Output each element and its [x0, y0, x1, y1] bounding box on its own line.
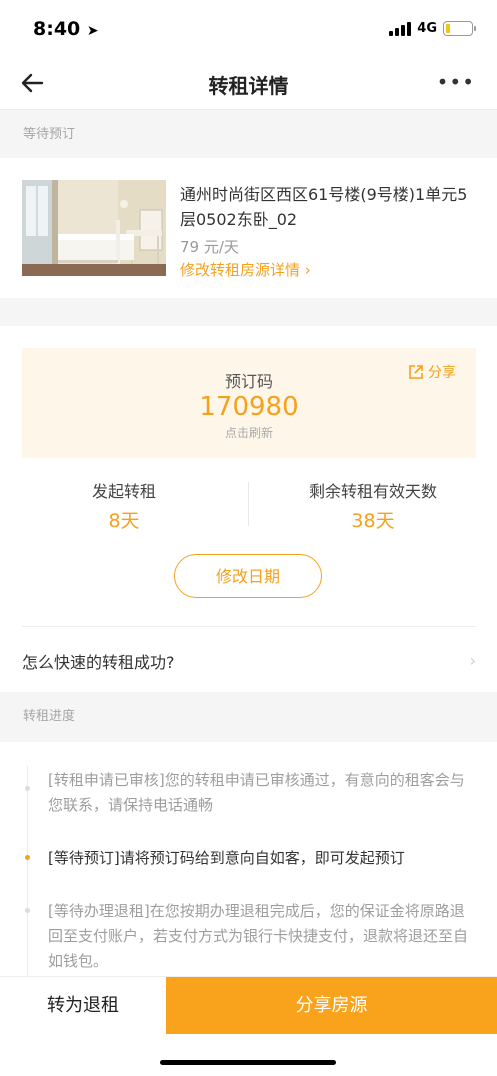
page-title: 转租详情: [208, 74, 289, 98]
timeline-step: [转租申请已审核]您的转租申请已审核通过，有意向的租客会与您联系，请保持电话通畅: [48, 771, 465, 814]
started-value: 8天: [108, 510, 140, 532]
remaining-value: 38天: [351, 510, 395, 532]
status-bar: 8:40 ➤ 4G: [0, 0, 497, 58]
nav-bar: 转租详情 •••: [0, 58, 497, 110]
network-label: 4G: [417, 21, 437, 36]
signal-icon: [389, 21, 412, 36]
faq-row[interactable]: 怎么快速的转租成功? ›: [22, 626, 476, 692]
listing-card[interactable]: 通州时尚街区西区61号楼(9号楼)1单元5层0502东卧_02 79 元/天 修…: [0, 158, 497, 298]
status-indicators: 4G: [389, 21, 476, 36]
timeline-step-active: [等待预订]请将预订码给到意向自如客，即可发起预订: [48, 849, 405, 867]
timeline-dot: [25, 786, 30, 791]
timeline-step: [等待办理退租]在您按期办理退租完成后，您的保证金将原路退回至支付账户，若支付方…: [48, 902, 469, 970]
home-indicator[interactable]: [160, 1060, 336, 1065]
listing-photo[interactable]: [22, 180, 166, 276]
chevron-right-icon: ›: [469, 651, 476, 670]
clock: 8:40: [33, 18, 81, 40]
booking-code-box[interactable]: 分享 预订码 170980 点击刷新: [22, 348, 476, 458]
remaining-label: 剩余转租有效天数: [308, 482, 437, 501]
started-label: 发起转租: [91, 482, 156, 501]
more-icon[interactable]: •••: [437, 72, 475, 92]
edit-listing-link[interactable]: 修改转租房源详情 ›: [180, 259, 311, 280]
faq-text: 怎么快速的转租成功?: [22, 653, 175, 672]
timeline-line: [27, 766, 28, 978]
status-time: 8:40 ➤: [33, 18, 99, 40]
status-label: 等待预订: [0, 111, 497, 158]
listing-title: 通州时尚街区西区61号楼(9号楼)1单元5层0502东卧_02: [180, 185, 468, 229]
timeline-dot-active: [25, 855, 30, 860]
started-stat: 发起转租 8天: [0, 478, 248, 533]
bottom-action-bar: 转为退租 分享房源: [0, 976, 497, 1035]
booking-card: 分享 预订码 170980 点击刷新 发起转租 8天 剩余转租有效天数 38天 …: [0, 326, 497, 692]
remaining-stat: 剩余转租有效天数 38天: [249, 478, 497, 533]
listing-price: 79 元/天: [180, 238, 239, 256]
convert-checkout-button[interactable]: 转为退租: [0, 977, 166, 1035]
timeline-dot: [25, 908, 30, 913]
home-area: [0, 1034, 497, 1076]
booking-code-label: 预订码: [224, 372, 273, 391]
modify-date-button[interactable]: 修改日期: [174, 554, 322, 598]
battery-icon: [443, 21, 476, 36]
progress-timeline: [转租申请已审核]您的转租申请已审核通过，有意向的租客会与您联系，请保持电话通畅…: [0, 742, 497, 978]
booking-code: 170980: [199, 392, 299, 422]
share-listing-button[interactable]: 分享房源: [166, 977, 497, 1035]
progress-label: 转租进度: [0, 692, 497, 742]
location-icon: ➤: [86, 23, 99, 39]
refresh-hint[interactable]: 点击刷新: [22, 424, 476, 441]
